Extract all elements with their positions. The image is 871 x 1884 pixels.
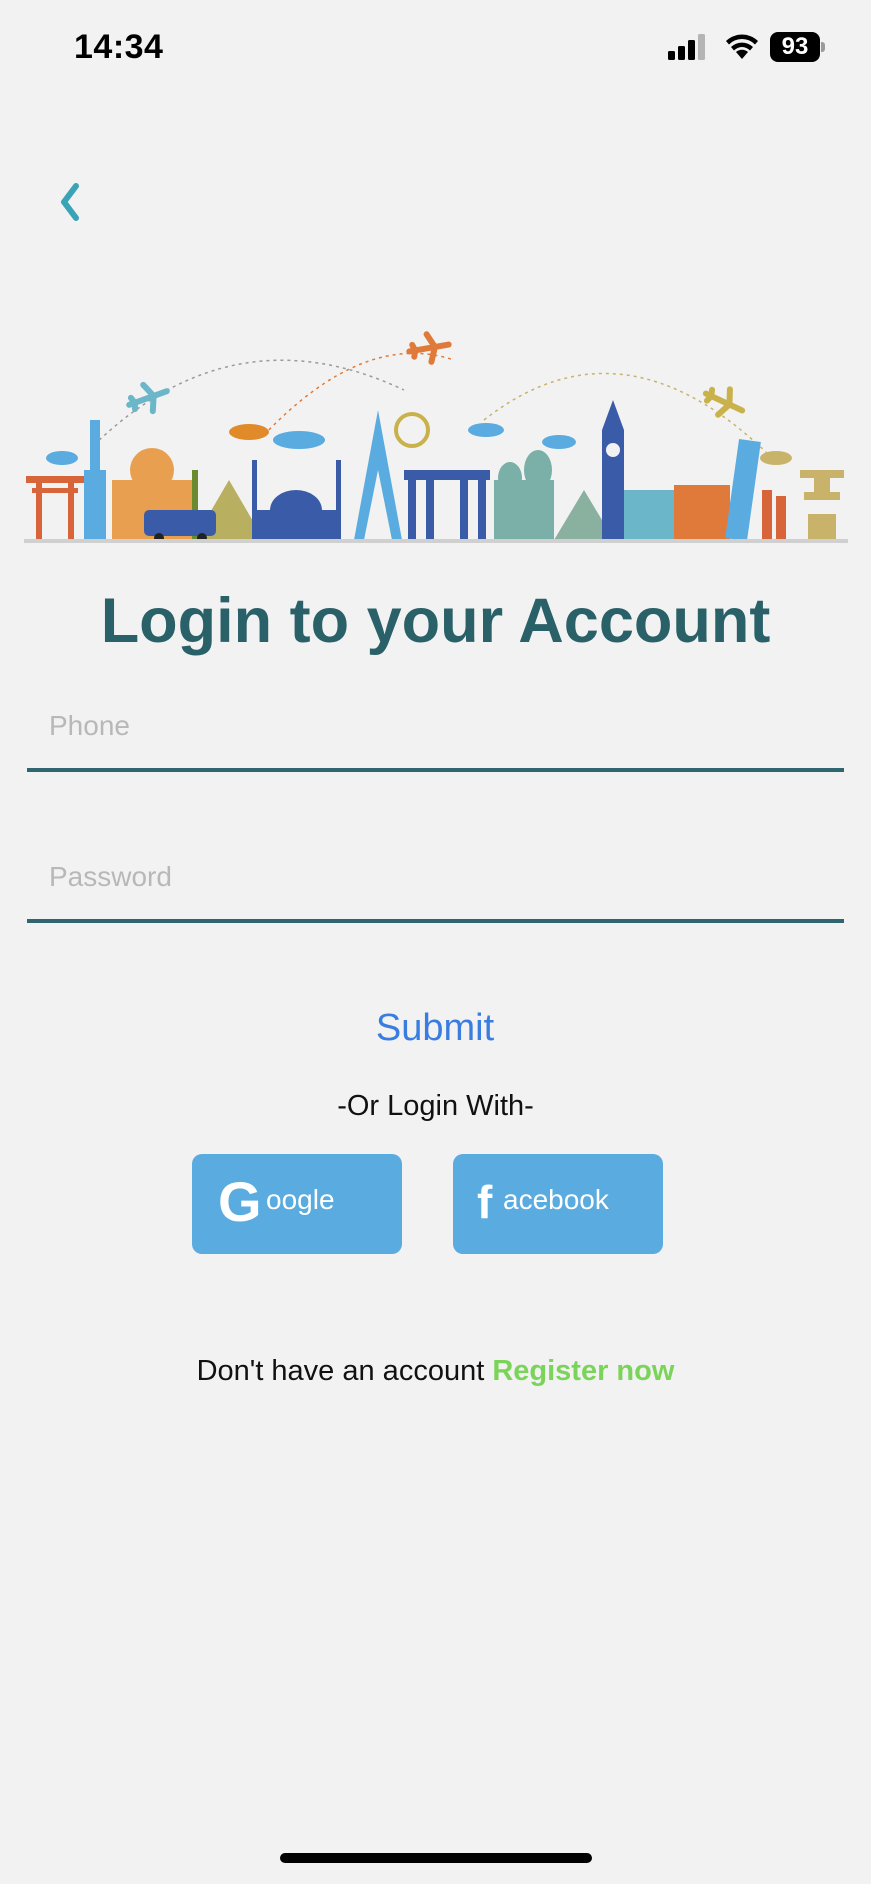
home-indicator [280, 1853, 592, 1863]
facebook-login-button[interactable]: f acebook [453, 1154, 663, 1254]
plane-icon [126, 381, 170, 415]
status-time: 14:34 [74, 28, 164, 66]
facebook-icon: f [477, 1176, 493, 1228]
register-prompt-text: Don't have an account [196, 1355, 493, 1387]
chevron-left-icon [61, 183, 79, 221]
google-icon: G [218, 1170, 262, 1233]
back-button[interactable] [52, 178, 96, 228]
or-login-with-label: -Or Login With- [337, 1090, 534, 1122]
phone-input[interactable] [47, 700, 831, 752]
password-input[interactable] [47, 851, 831, 903]
facebook-label: acebook [503, 1184, 609, 1215]
travel-landmarks-illustration [24, 331, 848, 543]
google-login-button[interactable]: G oogle [192, 1154, 402, 1254]
phone-field-container [27, 688, 844, 772]
plane-icon [406, 331, 452, 365]
status-bar: 14:34 93 [0, 0, 871, 96]
submit-button[interactable]: Submit [335, 1000, 535, 1056]
wifi-icon [726, 34, 758, 59]
password-field-container [27, 839, 844, 923]
page-title: Login to your Account [100, 586, 771, 656]
register-now-link[interactable]: Register now [492, 1355, 674, 1387]
signal-icon [668, 34, 705, 60]
google-label: oogle [266, 1184, 335, 1215]
battery-icon: 93 [770, 32, 826, 62]
battery-tip [821, 42, 825, 52]
register-prompt: Don't have an account Register now [0, 1355, 871, 1388]
battery-level: 93 [770, 32, 820, 62]
